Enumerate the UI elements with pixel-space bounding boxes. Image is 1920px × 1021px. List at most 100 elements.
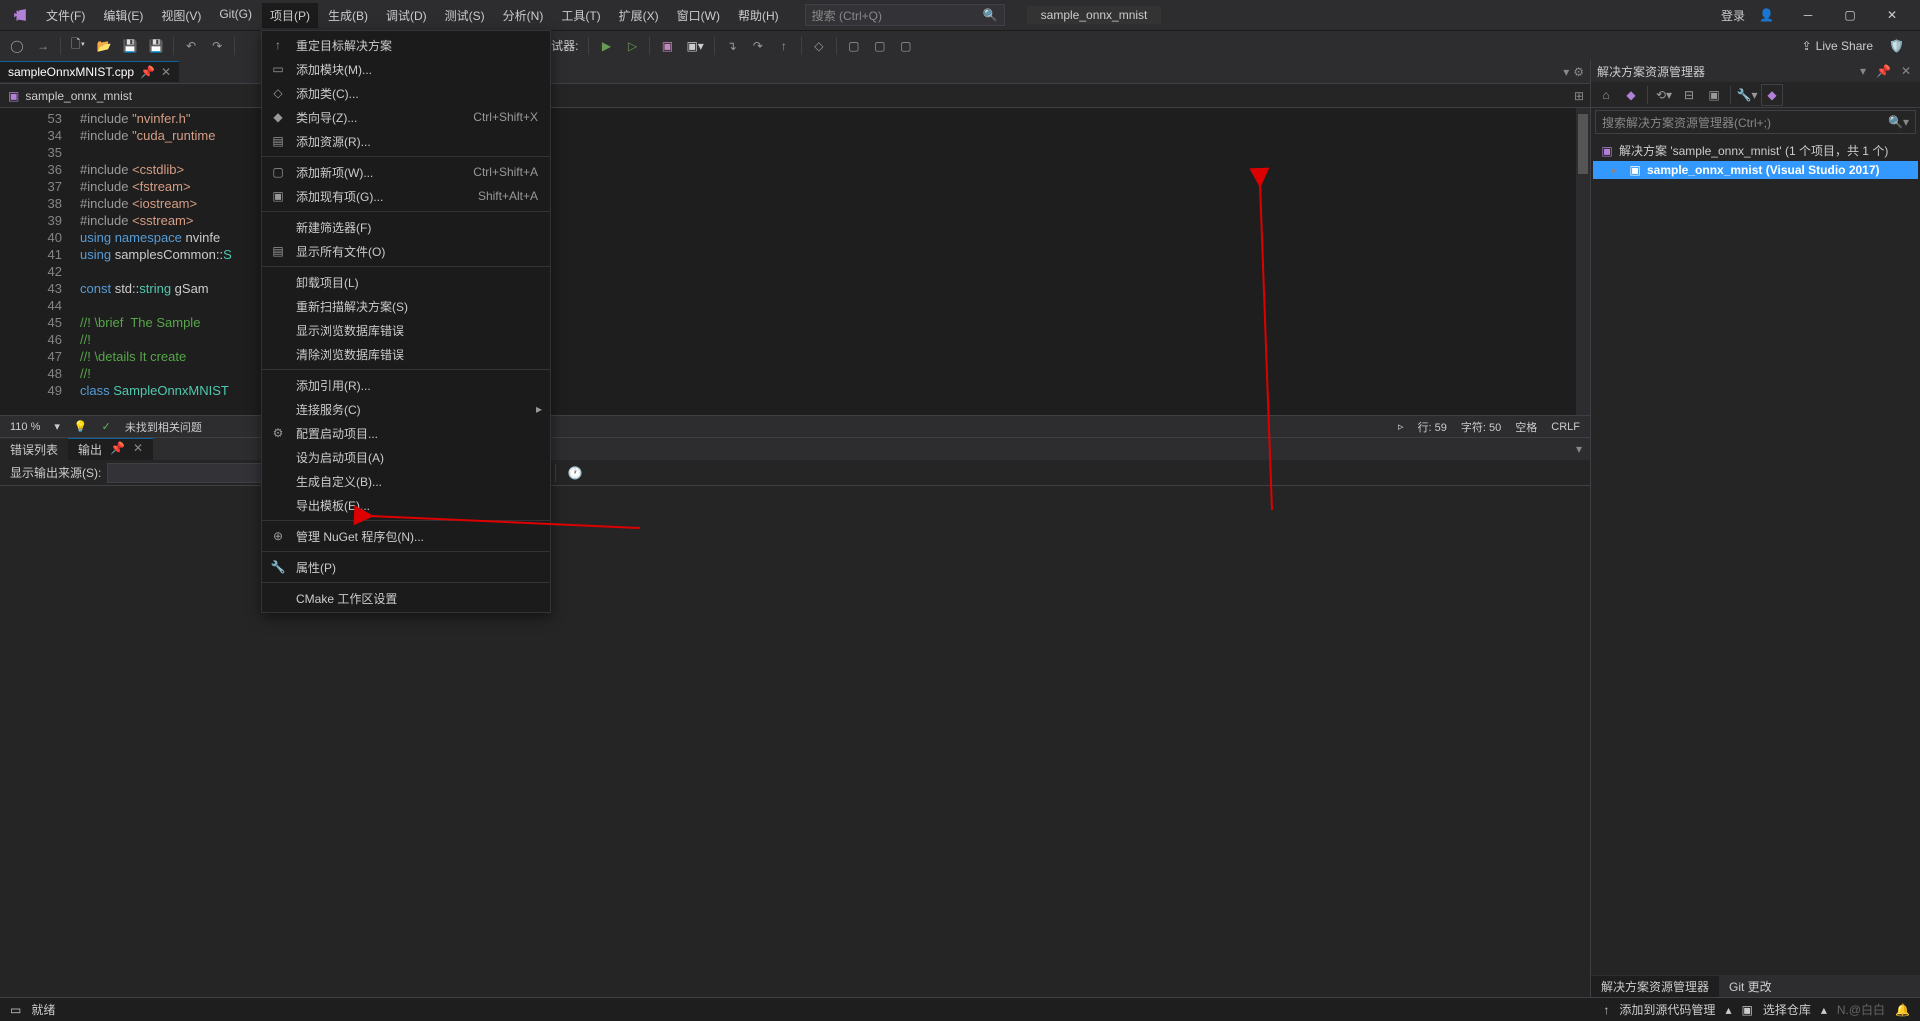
window2-icon[interactable]: ▢: [869, 35, 891, 57]
show-all-icon[interactable]: ▣: [1703, 84, 1725, 106]
start-no-debug-button[interactable]: ▷: [621, 35, 643, 57]
menu-item[interactable]: 设为启动项目(A): [262, 445, 550, 469]
tab-solution-explorer[interactable]: 解决方案资源管理器: [1591, 976, 1719, 997]
project-node[interactable]: ▸ ▣ sample_onnx_mnist (Visual Studio 201…: [1593, 161, 1918, 179]
menu-build[interactable]: 生成(B): [320, 3, 376, 28]
menu-item[interactable]: ▤添加资源(R)...: [262, 129, 550, 153]
save-all-button[interactable]: 💾: [145, 35, 167, 57]
tab-dropdown-icon[interactable]: ▾: [1563, 65, 1569, 79]
liveshare-label[interactable]: Live Share: [1816, 39, 1873, 53]
panel-dropdown-icon[interactable]: ▾: [1576, 442, 1582, 456]
bell-icon[interactable]: 🔔: [1895, 1003, 1910, 1017]
menu-item[interactable]: 🔧属性(P): [262, 555, 550, 579]
tab-output[interactable]: 输出 📌 ✕: [68, 438, 153, 460]
login-link[interactable]: 登录: [1721, 7, 1745, 24]
menu-item[interactable]: ↑重定目标解决方案: [262, 33, 550, 57]
sync-icon[interactable]: ⟲▾: [1653, 84, 1675, 106]
source-control-label[interactable]: 添加到源代码管理: [1619, 1001, 1715, 1018]
nav-fwd-button[interactable]: →: [32, 35, 54, 57]
start-button[interactable]: ▶: [595, 35, 617, 57]
output-icon[interactable]: ▭: [10, 1003, 21, 1017]
menu-file[interactable]: 文件(F): [38, 3, 93, 28]
menu-item[interactable]: 显示浏览数据库错误: [262, 318, 550, 342]
menu-git[interactable]: Git(G): [211, 3, 260, 28]
menu-item[interactable]: 导出模板(E)...: [262, 493, 550, 517]
close-icon[interactable]: ✕: [1898, 64, 1914, 78]
menu-analyze[interactable]: 分析(N): [495, 3, 552, 28]
close-icon[interactable]: ✕: [133, 441, 143, 458]
solution-root-node[interactable]: ▣ 解决方案 'sample_onnx_mnist' (1 个项目，共 1 个): [1593, 140, 1918, 161]
wrench-icon[interactable]: 🔧▾: [1736, 84, 1758, 106]
menu-item[interactable]: 清除浏览数据库错误: [262, 342, 550, 366]
home-icon[interactable]: ⌂: [1595, 84, 1617, 106]
search-box[interactable]: 搜索 (Ctrl+Q) 🔍: [805, 4, 1005, 26]
menu-view[interactable]: 视图(V): [153, 3, 209, 28]
menu-item[interactable]: ▣添加现有项(G)...Shift+Alt+A: [262, 184, 550, 208]
panel-dropdown-icon[interactable]: ▾: [1857, 64, 1869, 78]
spaces-info[interactable]: 空格: [1515, 419, 1537, 435]
col-info[interactable]: 字符: 50: [1461, 419, 1501, 435]
new-project-button[interactable]: 🗋▾: [67, 35, 89, 56]
menu-edit[interactable]: 编辑(E): [95, 3, 151, 28]
clock-icon[interactable]: 🕐: [564, 462, 586, 484]
lightbulb-icon[interactable]: 💡: [74, 420, 88, 433]
zoom-dd-icon[interactable]: ▾: [54, 420, 60, 433]
admin-icon[interactable]: 🛡️: [1889, 39, 1904, 53]
zoom-level[interactable]: 110 %: [10, 421, 40, 433]
output-content[interactable]: [0, 486, 1590, 997]
repo-label[interactable]: 选择仓库: [1763, 1001, 1811, 1018]
collapse-icon[interactable]: ⊟: [1678, 84, 1700, 106]
menu-item[interactable]: ⚙配置启动项目...: [262, 421, 550, 445]
menu-item[interactable]: CMake 工作区设置: [262, 586, 550, 610]
undo-button[interactable]: ↶: [180, 35, 202, 57]
menu-item[interactable]: ▭添加模块(M)...: [262, 57, 550, 81]
step-over-button[interactable]: ↷: [747, 35, 769, 57]
tab-error-list[interactable]: 错误列表: [0, 439, 68, 460]
menu-help[interactable]: 帮助(H): [730, 3, 787, 28]
menu-item[interactable]: ◇添加类(C)...: [262, 81, 550, 105]
process-dd[interactable]: ▣▾: [682, 39, 707, 53]
menu-item[interactable]: 新建筛选器(F): [262, 215, 550, 239]
pin-icon[interactable]: 📌: [1873, 64, 1894, 78]
menu-item[interactable]: ◆类向导(Z)...Ctrl+Shift+X: [262, 105, 550, 129]
tab-gear-icon[interactable]: ⚙: [1573, 65, 1584, 79]
breakpoint-icon[interactable]: ◇: [808, 35, 830, 57]
settings-icon[interactable]: ◆: [1761, 84, 1783, 106]
menu-item[interactable]: ▤显示所有文件(O): [262, 239, 550, 263]
expand-icon[interactable]: ▸: [1611, 163, 1623, 177]
menu-item[interactable]: 生成自定义(B)...: [262, 469, 550, 493]
window-icon[interactable]: ▢: [843, 35, 865, 57]
menu-project[interactable]: 项目(P): [262, 3, 318, 28]
close-button[interactable]: ✕: [1872, 4, 1912, 26]
menu-item[interactable]: ⊕管理 NuGet 程序包(N)...: [262, 524, 550, 548]
close-tab-icon[interactable]: ✕: [161, 65, 171, 79]
scope-file-dropdown[interactable]: ▣ sample_onnx_mnist: [0, 87, 140, 105]
window3-icon[interactable]: ▢: [895, 35, 917, 57]
toolbox-icon[interactable]: ▣: [656, 35, 678, 57]
step-out-button[interactable]: ↑: [773, 35, 795, 57]
crlf-info[interactable]: CRLF: [1551, 421, 1580, 433]
solution-search[interactable]: 搜索解决方案资源管理器(Ctrl+;) 🔍▾: [1595, 110, 1916, 134]
menu-debug[interactable]: 调试(D): [378, 3, 435, 28]
pin-icon[interactable]: 📌: [110, 441, 125, 458]
save-button[interactable]: 💾: [119, 35, 141, 57]
nav-back-button[interactable]: ◯: [6, 35, 28, 57]
user-icon[interactable]: 👤: [1759, 8, 1774, 22]
menu-item[interactable]: 添加引用(R)...: [262, 373, 550, 397]
menu-extensions[interactable]: 扩展(X): [611, 3, 667, 28]
menu-item[interactable]: 连接服务(C)▸: [262, 397, 550, 421]
menu-item[interactable]: ▢添加新项(W)...Ctrl+Shift+A: [262, 160, 550, 184]
split-icon[interactable]: ⊞: [1568, 89, 1590, 103]
editor-tab-active[interactable]: sampleOnnxMNIST.cpp 📌 ✕: [0, 61, 179, 82]
redo-button[interactable]: ↷: [206, 35, 228, 57]
tab-git-changes[interactable]: Git 更改: [1719, 976, 1782, 997]
menu-item[interactable]: 重新扫描解决方案(S): [262, 294, 550, 318]
menu-tools[interactable]: 工具(T): [553, 3, 608, 28]
nav-prev-icon[interactable]: ▹: [1398, 420, 1404, 433]
open-button[interactable]: 📂: [93, 35, 115, 57]
maximize-button[interactable]: ▢: [1830, 4, 1870, 26]
step-into-button[interactable]: ↴: [721, 35, 743, 57]
line-info[interactable]: 行: 59: [1418, 419, 1447, 435]
scrollbar-vertical[interactable]: [1576, 108, 1590, 415]
code-editor[interactable]: 5334353637383940414243444546474849 #incl…: [0, 108, 1590, 415]
